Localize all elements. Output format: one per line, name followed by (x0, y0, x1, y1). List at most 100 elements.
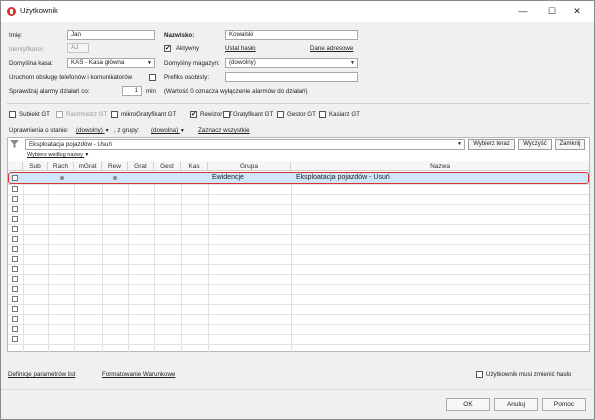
row-checkbox[interactable] (12, 266, 18, 272)
role-gestor-label: Gestor GT (287, 111, 316, 118)
column-header-gest[interactable]: Gest (154, 162, 181, 171)
row-checkbox[interactable] (12, 316, 18, 322)
row-divider (8, 324, 589, 325)
maximize-button[interactable]: ☐ (542, 4, 562, 18)
row-checkbox[interactable] (12, 206, 18, 212)
must-change-password-label: Użytkownik musi zmienić hasło (486, 371, 572, 378)
chevron-down-icon: ▼ (104, 128, 110, 134)
row-divider (8, 314, 589, 315)
role-rachmistrz-checkbox (56, 111, 63, 118)
help-button[interactable]: Pomoc (542, 398, 586, 411)
search-combo[interactable]: Eksploatacja pojazdów - Usuń (25, 139, 465, 150)
row-divider (8, 254, 589, 255)
rew-permission-dot (113, 176, 117, 180)
rach-permission-dot (60, 176, 64, 180)
group-dropdown[interactable]: (dowolna) ▼ (151, 127, 185, 134)
must-change-password-checkbox[interactable] (476, 371, 483, 378)
role-kasiarz-checkbox[interactable] (319, 111, 326, 118)
app-icon (7, 7, 16, 16)
set-password-link[interactable]: Ustal hasło (225, 45, 256, 52)
default-warehouse-label: Domyślny magazyn: (164, 60, 220, 67)
row-checkbox[interactable] (12, 296, 18, 302)
prefix-input[interactable] (225, 72, 358, 82)
identifier-input: AJ (67, 43, 89, 53)
alarms-input[interactable]: 1 (122, 86, 142, 96)
close-search-button[interactable]: Zamknij (555, 139, 585, 150)
column-header-grat[interactable]: Grat (128, 162, 154, 171)
search-mode-value: Wybierz według nazwy (27, 152, 83, 158)
select-all-link[interactable]: Zaznacz wszystkie (198, 127, 250, 134)
ok-button[interactable]: OK (446, 398, 490, 411)
column-header-rew[interactable]: Rew (102, 162, 128, 171)
column-header-sub[interactable]: Sub (23, 162, 48, 171)
group-value: (dowolna) (151, 127, 179, 134)
conditional-formatting-link[interactable]: Formatowanie Warunkowe (102, 371, 175, 378)
active-checkbox[interactable] (164, 44, 171, 52)
row-divider (8, 334, 589, 335)
default-cash-label: Domyślna kasa: (9, 60, 54, 67)
row-checkbox[interactable] (12, 256, 18, 262)
row-checkbox[interactable] (12, 326, 18, 332)
minimize-button[interactable]: — (513, 4, 533, 18)
column-header-grupa[interactable]: Grupa (208, 162, 291, 171)
window-title: Użytkownik (20, 6, 58, 15)
close-button[interactable]: ✕ (567, 4, 587, 18)
row-divider (8, 294, 589, 295)
row-divider (8, 284, 589, 285)
permission-state-dropdown[interactable]: (dowolny) ▼ (76, 127, 110, 134)
role-subiekt-checkbox[interactable] (9, 111, 16, 118)
phone-label: Uruchom obsługę telefonów i komunikatoró… (9, 74, 133, 81)
role-rewizor-checkbox[interactable] (190, 110, 197, 118)
default-warehouse-select[interactable]: (dowolny) (225, 58, 358, 68)
column-header-kas[interactable]: Kas (181, 162, 208, 171)
active-label: Aktywny (176, 45, 200, 52)
address-data-link[interactable]: Dane adresowe (310, 45, 353, 52)
default-cash-select[interactable]: KAS - Kasa główna (67, 58, 155, 68)
role-mikrogratyfikant-checkbox[interactable] (111, 111, 118, 118)
first-name-input[interactable]: Jan (67, 30, 155, 40)
permission-state-value: (dowolny) (76, 127, 103, 134)
row-divider (8, 274, 589, 275)
prefix-label: Prefiks osobisty: (164, 74, 210, 81)
row-checkbox[interactable] (12, 286, 18, 292)
phone-checkbox[interactable] (149, 74, 156, 81)
row-checkbox[interactable] (12, 276, 18, 282)
last-name-input[interactable]: Kowalski (225, 30, 358, 40)
column-header-rach[interactable]: Rach (48, 162, 74, 171)
row-checkbox[interactable] (12, 306, 18, 312)
column-header-mgrat[interactable]: mGrat (74, 162, 102, 171)
funnel-icon (10, 140, 19, 148)
alarms-unit: min (146, 88, 156, 95)
cancel-button[interactable]: Anuluj (494, 398, 538, 411)
row-checkbox[interactable] (12, 186, 18, 192)
row-checkbox[interactable] (12, 236, 18, 242)
row-checkbox[interactable] (12, 216, 18, 222)
row-checkbox[interactable] (12, 246, 18, 252)
separator (7, 103, 590, 104)
role-kasiarz-label: Kasiarz GT (329, 111, 360, 118)
clear-button[interactable]: Wyczyść (518, 139, 552, 150)
row-divider (8, 194, 589, 195)
row-checkbox[interactable] (12, 196, 18, 202)
row-group-cell: Ewidencje (212, 174, 244, 181)
role-gratyfikant-checkbox[interactable] (223, 111, 230, 118)
role-gestor-checkbox[interactable] (277, 111, 284, 118)
permission-state-label: Uprawnienia o stanie: (9, 127, 69, 134)
last-name-label: Nazwisko: (164, 32, 195, 39)
row-checkbox[interactable] (12, 336, 18, 342)
first-name-label: Imię: (9, 32, 23, 39)
list-parameters-link[interactable]: Definicje parametrów list (8, 371, 75, 378)
row-divider (8, 214, 589, 215)
row-divider (8, 234, 589, 235)
column-header-nazwa[interactable]: Nazwa (291, 162, 589, 171)
row-checkbox[interactable] (12, 175, 18, 181)
search-mode-dropdown[interactable]: Wybierz według nazwy ▼ (27, 152, 89, 158)
row-divider (8, 184, 589, 185)
row-divider (8, 244, 589, 245)
user-dialog-window: Użytkownik — ☐ ✕ Imię: Jan Nazwisko: Kow… (0, 0, 595, 420)
alarms-note: (Wartość 0 oznacza wyłączenie alarmów do… (164, 88, 308, 95)
row-divider (8, 304, 589, 305)
row-checkbox[interactable] (12, 226, 18, 232)
select-now-button[interactable]: Wybierz teraz (468, 139, 515, 150)
role-subiekt-label: Subiekt GT (19, 111, 50, 118)
